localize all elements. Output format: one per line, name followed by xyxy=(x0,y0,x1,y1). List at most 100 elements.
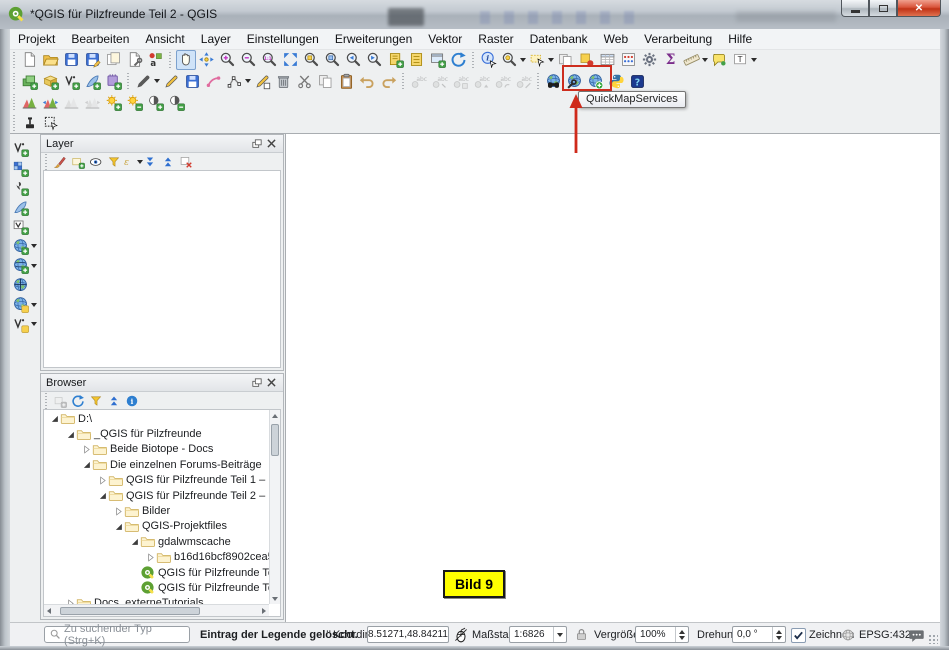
close-window-button[interactable]: ✕ xyxy=(897,0,941,17)
histogram-cumulative-full-button[interactable] xyxy=(83,92,103,112)
save-edits-button[interactable] xyxy=(183,71,203,91)
expander-open-icon[interactable] xyxy=(96,491,108,500)
histogram-cumulative-button[interactable] xyxy=(62,92,82,112)
select-by-rect-button[interactable] xyxy=(528,50,555,70)
rotation-spinbox[interactable]: 0,0 ° xyxy=(732,626,786,643)
paste-features-button[interactable] xyxy=(337,71,357,91)
crs-globe-icon[interactable] xyxy=(841,628,855,642)
tree-item-bilder[interactable]: Bilder xyxy=(44,503,269,518)
new-bookmark-button[interactable] xyxy=(386,50,406,70)
scroll-left-icon[interactable] xyxy=(44,605,54,616)
filter-browser-button[interactable] xyxy=(88,393,105,409)
menu-layer[interactable]: Layer xyxy=(193,30,239,49)
zoom-out-button[interactable] xyxy=(239,50,259,70)
resize-grip[interactable] xyxy=(928,634,938,644)
expand-all-button[interactable] xyxy=(142,154,159,170)
zoom-last-button[interactable] xyxy=(344,50,364,70)
new-shapefile-layer-button[interactable] xyxy=(41,71,61,91)
coordinate-value[interactable]: 8.51271,48.84211 xyxy=(367,626,449,643)
zoom-in-button[interactable] xyxy=(218,50,238,70)
mouse-extent-icon[interactable] xyxy=(453,627,469,643)
browser-vertical-scrollbar[interactable] xyxy=(269,410,280,604)
tree-item-qgis-f-r-pilzfreunde[interactable]: _QGIS für Pilzfreunde xyxy=(44,426,269,441)
float-panel-icon[interactable] xyxy=(250,137,264,150)
select-features-button[interactable] xyxy=(500,50,527,70)
scroll-right-icon[interactable] xyxy=(259,605,269,616)
zoom-to-selection-button[interactable] xyxy=(302,50,322,70)
collapse-browser-button[interactable] xyxy=(106,393,123,409)
delete-selected-button[interactable] xyxy=(274,71,294,91)
toolbar-grip[interactable] xyxy=(45,154,47,170)
item-properties-button[interactable]: i xyxy=(124,393,141,409)
lock-scale-icon[interactable] xyxy=(574,627,589,642)
menu-einstellungen[interactable]: Einstellungen xyxy=(239,30,327,49)
toolbar-grip[interactable] xyxy=(127,73,129,89)
save-project-button[interactable] xyxy=(62,50,82,70)
toolbar-grip[interactable] xyxy=(169,52,171,68)
new-geopackage-layer-button[interactable] xyxy=(20,71,40,91)
add-group-button[interactable] xyxy=(70,154,87,170)
redo-button[interactable] xyxy=(379,71,399,91)
menu-erweiterungen[interactable]: Erweiterungen xyxy=(327,30,420,49)
label-move-button[interactable]: abc xyxy=(472,71,492,91)
scale-combobox[interactable]: 1:6826 xyxy=(509,626,567,643)
georeferencer-button[interactable] xyxy=(20,113,40,133)
toggle-editing-button[interactable] xyxy=(162,71,182,91)
layout-manager-button[interactable] xyxy=(125,50,145,70)
scrollbar-thumb[interactable] xyxy=(271,424,279,456)
save-project-as-button[interactable] xyxy=(83,50,103,70)
menu-hilfe[interactable]: Hilfe xyxy=(720,30,760,49)
scrollbar-thumb[interactable] xyxy=(60,607,200,615)
tree-item-qgis-f-r-pilzfreunde-teil-2[interactable]: QGIS für Pilzfreunde Teil 2 xyxy=(44,565,269,580)
tree-item-qgis-f-r-pilzfreunde-teil-1-install[interactable]: QGIS für Pilzfreunde Teil 1 – Install xyxy=(44,473,269,488)
menu-projekt[interactable]: Projekt xyxy=(10,30,63,49)
menu-ansicht[interactable]: Ansicht xyxy=(137,30,192,49)
menu-datenbank[interactable]: Datenbank xyxy=(522,30,596,49)
layer-styling-button[interactable] xyxy=(52,154,69,170)
tree-item-qgis-f-r-pilzfreunde-teil-2[interactable]: QGIS für Pilzfreunde Teil 2 - xyxy=(44,580,269,595)
new-virtual-layer-button[interactable] xyxy=(62,71,82,91)
expander-open-icon[interactable] xyxy=(128,537,140,546)
label-highlight-button[interactable]: abc xyxy=(451,71,471,91)
toolbar-grip[interactable] xyxy=(13,52,15,68)
add-vector-layer-button[interactable] xyxy=(11,139,31,159)
brightness-minus-button[interactable] xyxy=(125,92,145,112)
spinner-icons[interactable] xyxy=(675,627,688,642)
close-panel-icon[interactable] xyxy=(264,376,278,389)
new-print-layout-button[interactable] xyxy=(104,50,124,70)
digitize-with-curve-button[interactable] xyxy=(204,71,224,91)
new-project-button[interactable] xyxy=(20,50,40,70)
measure-button[interactable] xyxy=(682,50,709,70)
collapse-all-button[interactable] xyxy=(160,154,177,170)
map-tips-button[interactable] xyxy=(710,50,730,70)
tree-item-b16d16bcf8902cea55a9[interactable]: b16d16bcf8902cea55a9 xyxy=(44,550,269,565)
minimize-window-button[interactable] xyxy=(841,0,869,17)
combo-arrow-icon[interactable] xyxy=(553,627,566,642)
refresh-button[interactable] xyxy=(449,50,469,70)
zoom-native-button[interactable]: 1:1 xyxy=(260,50,280,70)
remove-layer-button[interactable] xyxy=(178,154,195,170)
toolbar-grip[interactable] xyxy=(537,73,539,89)
magnifier-spinbox[interactable]: 100% xyxy=(635,626,689,643)
tree-item-beide-biotope-docs[interactable]: Beide Biotope - Docs xyxy=(44,442,269,457)
toolbar-grip[interactable] xyxy=(402,73,404,89)
show-bookmarks-button[interactable] xyxy=(407,50,427,70)
pan-to-selection-button[interactable] xyxy=(197,50,217,70)
add-db-layer-button[interactable] xyxy=(11,217,31,237)
expander-closed-icon[interactable] xyxy=(144,553,156,562)
histogram-stretch-local-button[interactable] xyxy=(20,92,40,112)
tree-item-qgis-projektfiles[interactable]: QGIS-Projektfiles xyxy=(44,519,269,534)
current-edits-button[interactable] xyxy=(134,71,161,91)
expander-closed-icon[interactable] xyxy=(80,445,92,454)
map-canvas[interactable] xyxy=(285,134,940,622)
refresh-browser-button[interactable] xyxy=(70,393,87,409)
add-delimited-text-button[interactable] xyxy=(11,178,31,198)
undo-button[interactable] xyxy=(358,71,378,91)
zoom-to-layer-button[interactable] xyxy=(323,50,343,70)
toolbar-grip[interactable] xyxy=(45,393,47,409)
cut-features-button[interactable] xyxy=(295,71,315,91)
add-wcs-layer-button[interactable] xyxy=(11,256,38,276)
tree-item-qgis-f-r-pilzfreunde-teil-2-kbs-b[interactable]: QGIS für Pilzfreunde Teil 2 – KBS, B xyxy=(44,488,269,503)
vertex-tool-button[interactable] xyxy=(225,71,252,91)
web-search-globe-button[interactable] xyxy=(544,71,564,91)
